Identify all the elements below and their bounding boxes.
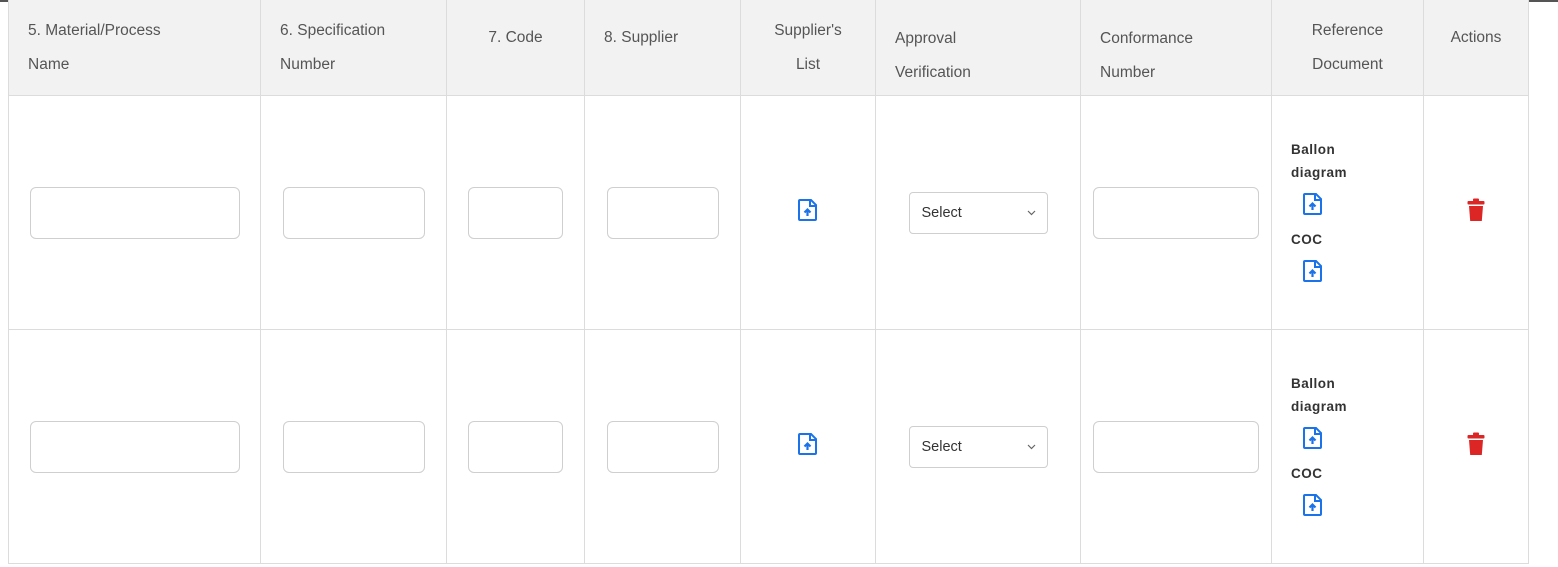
code-cell <box>446 329 585 564</box>
header-conformance-number: Conformance Number <box>1080 0 1272 96</box>
file-upload-icon[interactable] <box>798 199 818 221</box>
reference-document-cell: Ballon diagram COC <box>1271 329 1424 564</box>
approval-select-value: Select <box>921 204 962 221</box>
table-row: Select Ballon diagram COC <box>8 95 1529 330</box>
spec-number-cell <box>260 95 447 330</box>
material-name-cell <box>8 329 261 564</box>
actions-cell <box>1423 329 1529 564</box>
approval-select-value: Select <box>921 438 962 455</box>
header-material-name: 5. Material/Process Name <box>8 0 261 96</box>
trash-icon[interactable] <box>1467 432 1485 456</box>
ballon-diagram-label: Ballon diagram <box>1291 142 1348 180</box>
chevron-down-icon <box>1027 444 1035 450</box>
code-cell <box>446 95 585 330</box>
actions-cell <box>1423 95 1529 330</box>
supplier-cell <box>584 329 741 564</box>
spec-number-input[interactable] <box>282 420 425 473</box>
material-name-input[interactable] <box>29 186 240 239</box>
supplier-input[interactable] <box>606 420 719 473</box>
suppliers-list-cell <box>740 329 876 564</box>
header-code: 7. Code <box>446 0 585 96</box>
spec-number-cell <box>260 329 447 564</box>
header-spec-number: 6. Specification Number <box>260 0 447 96</box>
material-name-input[interactable] <box>29 420 240 473</box>
approval-cell: Select <box>875 95 1081 330</box>
approval-cell: Select <box>875 329 1081 564</box>
file-upload-icon[interactable] <box>1303 494 1423 521</box>
header-supplier: 8. Supplier <box>584 0 741 96</box>
coc-label: COC <box>1291 466 1323 481</box>
file-upload-icon[interactable] <box>1303 260 1423 287</box>
ballon-diagram-label: Ballon diagram <box>1291 376 1348 414</box>
file-upload-icon[interactable] <box>1303 427 1423 454</box>
table-row: Select Ballon diagram COC <box>8 329 1529 564</box>
header-suppliers-list: Supplier's List <box>740 0 876 96</box>
trash-icon[interactable] <box>1467 198 1485 222</box>
materials-table-container: 5. Material/Process Name 6. Specification… <box>8 0 1529 564</box>
supplier-input[interactable] <box>606 186 719 239</box>
supplier-cell <box>584 95 741 330</box>
table-header-row: 5. Material/Process Name 6. Specification… <box>8 0 1529 96</box>
reference-document-cell: Ballon diagram COC <box>1271 95 1424 330</box>
approval-select[interactable]: Select <box>908 191 1048 234</box>
code-input[interactable] <box>468 420 563 473</box>
conformance-cell <box>1080 329 1272 564</box>
spec-number-input[interactable] <box>282 186 425 239</box>
header-reference-document: Reference Document <box>1271 0 1424 96</box>
suppliers-list-cell <box>740 95 876 330</box>
chevron-down-icon <box>1027 210 1035 216</box>
file-upload-icon[interactable] <box>798 433 818 455</box>
file-upload-icon[interactable] <box>1303 193 1423 220</box>
code-input[interactable] <box>468 186 563 239</box>
material-name-cell <box>8 95 261 330</box>
header-actions: Actions <box>1423 0 1529 96</box>
approval-select[interactable]: Select <box>908 425 1048 468</box>
conformance-number-input[interactable] <box>1093 420 1259 473</box>
coc-label: COC <box>1291 232 1323 247</box>
materials-table: 5. Material/Process Name 6. Specification… <box>8 0 1529 564</box>
conformance-cell <box>1080 95 1272 330</box>
header-approval-verification: Approval Verification <box>875 0 1081 96</box>
conformance-number-input[interactable] <box>1093 186 1259 239</box>
